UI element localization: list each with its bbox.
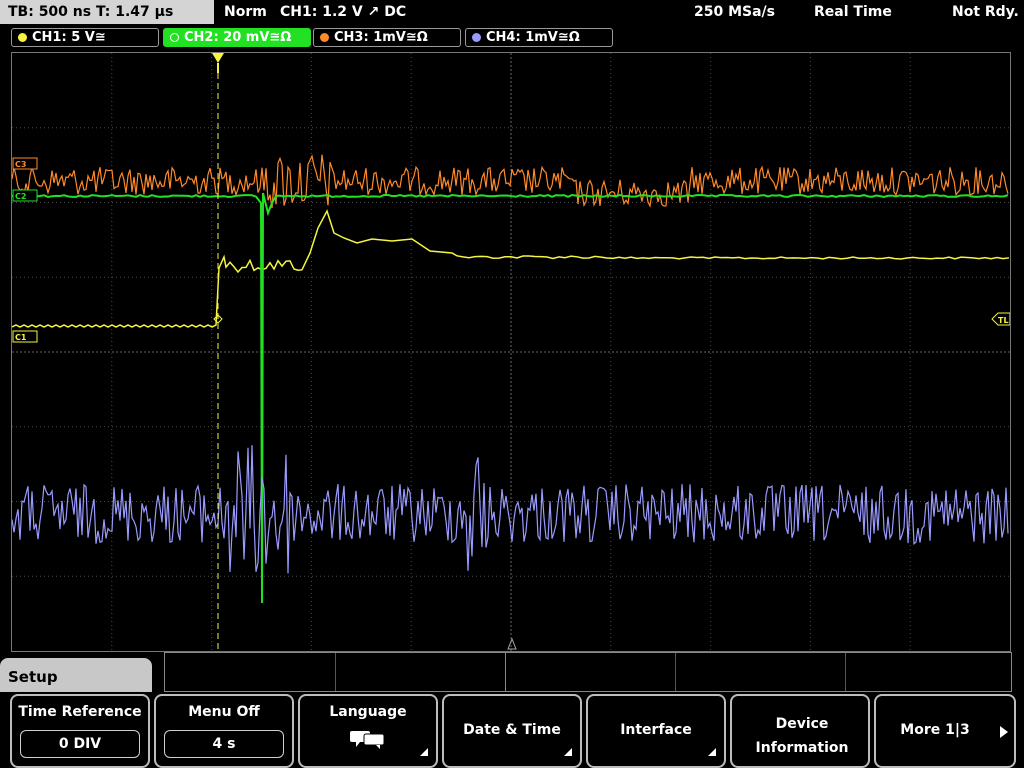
channel-3-label: CH3: 1mV≅Ω [334,30,428,45]
channel-2-marker[interactable]: C2 [12,189,38,202]
more-softkey[interactable]: More 1|3 [874,694,1016,768]
submenu-indicator-icon [708,748,716,756]
channel-2-button[interactable]: CH2: 20 mV≅Ω [163,28,311,47]
channel-4-dot-icon [472,33,481,42]
graticule [12,53,1010,651]
language-title: Language [329,704,407,720]
device-information-title: Device Information [755,716,849,756]
channel-1-label: CH1: 5 V≅ [32,30,106,45]
channel-2-label: CH2: 20 mV≅Ω [184,30,292,45]
channel-2-marker-label: C2 [15,192,26,201]
menu-off-value: 4 s [164,730,284,758]
date-time-title: Date & Time [463,722,561,738]
interface-softkey[interactable]: Interface [586,694,726,768]
channel-4-label: CH4: 1mV≅Ω [486,30,580,45]
channel-4-trace [12,445,1009,574]
channel-3-button[interactable]: CH3: 1mV≅Ω [313,28,461,47]
time-reference-softkey[interactable]: Time Reference 0 DIV [10,694,150,768]
channel-1-dot-icon [18,33,27,42]
trigger-source[interactable]: CH1: 1.2 V ↗ DC [280,0,406,24]
menu-off-title: Menu Off [188,704,260,720]
waveform-canvas: C3 C2 C1 TL [12,53,1010,651]
sample-rate: 250 MSa/s [694,4,776,20]
submenu-indicator-icon [564,748,572,756]
acquisition-mode: Real Time [814,4,892,20]
interface-title: Interface [620,722,692,738]
trigger-mode[interactable]: Norm [224,0,267,24]
trigger-state: Not Rdy. [952,4,1019,20]
channel-3-dot-icon [320,33,329,42]
arrow-right-icon [1000,726,1008,738]
channel-3-marker[interactable]: C3 [12,157,38,170]
more-title: More 1|3 [900,722,970,738]
channel-3-marker-label: C3 [15,160,26,169]
date-time-softkey[interactable]: Date & Time [442,694,582,768]
submenu-indicator-icon [420,748,428,756]
menu-title: Setup [8,668,58,686]
trigger-level-label: TL [998,316,1009,325]
channel-4-button[interactable]: CH4: 1mV≅Ω [465,28,613,47]
language-softkey[interactable]: Language [298,694,438,768]
channel-1-marker-label: C1 [15,333,27,342]
channel-2-trace [12,192,1009,604]
waveform-display[interactable]: C3 C2 C1 TL [11,52,1011,652]
channel-3-trace [12,154,1009,209]
device-information-softkey[interactable]: Device Information [730,694,870,768]
trigger-marker-icon[interactable] [212,53,224,63]
timebase-readout[interactable]: TB: 500 ns T: 1.47 µs [0,0,214,24]
softkey-info-strip [164,652,1012,692]
channel-2-dot-icon [170,33,179,42]
time-reference-value: 0 DIV [20,730,140,758]
menu-off-softkey[interactable]: Menu Off 4 s [154,694,294,768]
trigger-level-marker[interactable]: TL [991,312,1010,326]
channel-1-button[interactable]: CH1: 5 V≅ [11,28,159,47]
channel-1-marker[interactable]: C1 [12,330,38,343]
time-reference-marker-icon [507,637,517,650]
speech-bubble-icon [350,731,385,749]
time-reference-title: Time Reference [18,704,142,720]
